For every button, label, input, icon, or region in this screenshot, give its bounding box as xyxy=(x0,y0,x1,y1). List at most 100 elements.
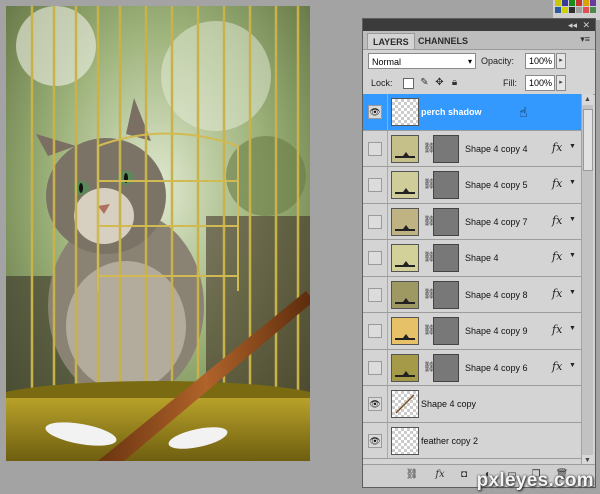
layer-name[interactable]: Shape 4 copy 6 xyxy=(465,350,528,386)
opacity-field[interactable]: 100% xyxy=(525,53,555,69)
layer-name[interactable]: Shape 4 copy 9 xyxy=(465,313,528,349)
layer-thumbnail[interactable] xyxy=(391,244,419,272)
vector-mask-thumbnail[interactable] xyxy=(433,280,459,309)
vector-mask-thumbnail[interactable] xyxy=(433,207,459,236)
layer-name[interactable]: Shape 4 copy 4 xyxy=(465,131,528,167)
layer-thumbnail[interactable] xyxy=(391,134,419,163)
vector-mask-thumbnail[interactable] xyxy=(433,317,459,345)
vector-mask-thumbnail[interactable] xyxy=(433,134,459,163)
layer-row[interactable]: 👁︎ perch shadow ☝︎ xyxy=(363,94,581,131)
opacity-slider-arrow-icon[interactable]: ▸ xyxy=(556,53,566,69)
eye-icon[interactable]: 👁︎ xyxy=(368,397,382,411)
hand-cursor-icon: ☝︎ xyxy=(519,104,528,120)
fx-icon[interactable]: fx xyxy=(552,141,562,154)
lock-image-brush-icon[interactable]: ✎ xyxy=(419,77,430,88)
vector-mask-thumbnail[interactable] xyxy=(433,171,459,199)
panel-tabs: LAYERS CHANNELS ▾≡ xyxy=(363,31,595,50)
layer-row[interactable]: ⛓︎ Shape 4 copy 6 fx ▼ xyxy=(363,349,581,386)
layers-scrollbar[interactable]: ▲ ▼ xyxy=(581,94,593,466)
eye-icon[interactable]: 👁︎ xyxy=(368,105,382,119)
panel-title-bar[interactable]: ◂◂ ✕ xyxy=(363,19,595,31)
layer-row[interactable]: ⛓︎ Shape 4 fx ▼ xyxy=(363,240,581,277)
blend-mode-select[interactable]: Normal ▾ xyxy=(368,53,476,69)
fill-label: Fill: xyxy=(503,78,517,88)
chevron-down-icon[interactable]: ▼ xyxy=(569,143,576,150)
link-layers-icon[interactable]: ⛓︎ xyxy=(405,469,419,480)
tab-layers[interactable]: LAYERS xyxy=(367,33,415,49)
layer-row[interactable]: ⛓︎ Shape 4 copy 9 fx ▼ xyxy=(363,313,581,350)
divider xyxy=(387,276,388,312)
fx-icon[interactable]: fx xyxy=(552,323,562,336)
layer-thumbnail[interactable] xyxy=(391,98,419,126)
eye-icon[interactable] xyxy=(368,141,382,156)
lock-transparent-icon[interactable] xyxy=(403,78,414,89)
scroll-up-icon[interactable]: ▲ xyxy=(582,94,593,105)
layer-thumbnail[interactable] xyxy=(391,280,419,309)
layer-row[interactable]: ⛓︎ Shape 4 copy 7 fx ▼ xyxy=(363,203,581,240)
divider xyxy=(387,203,388,239)
vector-mask-thumbnail[interactable] xyxy=(433,244,459,272)
layer-name[interactable]: perch shadow xyxy=(421,94,482,130)
chevron-down-icon: ▾ xyxy=(467,57,472,66)
chevron-down-icon[interactable]: ▼ xyxy=(569,289,576,296)
layer-name[interactable]: feather copy 2 xyxy=(421,423,478,459)
lock-all-icon[interactable]: 🔒︎ xyxy=(449,77,460,88)
layer-name[interactable]: Shape 4 copy 8 xyxy=(465,277,528,313)
fx-icon[interactable]: fx xyxy=(552,214,562,227)
canvas-artwork[interactable] xyxy=(6,6,310,461)
eye-icon[interactable] xyxy=(368,178,382,192)
layer-thumbnail[interactable] xyxy=(391,317,419,345)
fill-field[interactable]: 100% xyxy=(525,75,555,91)
scrollbar-thumb[interactable] xyxy=(583,109,593,171)
fx-icon[interactable]: fx xyxy=(552,360,562,373)
close-icon[interactable]: ✕ xyxy=(582,19,590,31)
eye-icon[interactable] xyxy=(368,324,382,338)
divider xyxy=(387,94,388,130)
layer-row[interactable]: ⛓︎ Shape 4 copy 5 fx ▼ xyxy=(363,167,581,204)
fx-icon[interactable]: fx xyxy=(552,250,562,263)
chevron-down-icon[interactable]: ▼ xyxy=(569,252,576,259)
layer-thumbnail[interactable] xyxy=(391,426,419,455)
watermark-logo: pxleyes.com xyxy=(476,470,594,491)
layer-name[interactable]: Shape 4 copy 5 xyxy=(465,167,528,203)
lock-position-move-icon[interactable]: ✥ xyxy=(434,77,445,88)
lock-row: Lock: ✎ ✥ 🔒︎ Fill: 100% ▸ xyxy=(363,72,595,95)
swatches-strip[interactable] xyxy=(553,0,600,20)
layer-thumbnail[interactable] xyxy=(391,390,419,418)
layer-name[interactable]: Shape 4 copy xyxy=(421,386,476,422)
layer-name[interactable]: Shape 4 xyxy=(465,240,499,276)
layer-row[interactable]: 👁︎ Shape 4 copy xyxy=(363,386,581,423)
chevron-down-icon[interactable]: ▼ xyxy=(569,216,576,223)
divider xyxy=(387,422,388,458)
add-mask-icon[interactable]: ◘ xyxy=(457,469,471,480)
layer-name[interactable]: Shape 4 copy 7 xyxy=(465,204,528,240)
tab-channels[interactable]: CHANNELS xyxy=(413,33,473,49)
fx-icon[interactable]: fx xyxy=(552,177,562,190)
divider xyxy=(387,313,388,349)
eye-icon[interactable]: 👁︎ xyxy=(368,433,382,448)
divider xyxy=(387,386,388,422)
eye-icon[interactable] xyxy=(368,251,382,265)
layer-thumbnail[interactable] xyxy=(391,171,419,199)
fx-icon[interactable]: fx xyxy=(433,469,447,480)
collapse-icon[interactable]: ◂◂ xyxy=(568,19,577,31)
eye-icon[interactable] xyxy=(368,360,382,375)
layer-row[interactable]: ⛓︎ Shape 4 copy 8 fx ▼ xyxy=(363,276,581,313)
chevron-down-icon[interactable]: ▼ xyxy=(569,362,576,369)
layer-thumbnail[interactable] xyxy=(391,207,419,236)
layer-thumbnail[interactable] xyxy=(391,353,419,382)
layer-row[interactable]: ⛓︎ Shape 4 copy 4 fx ▼ xyxy=(363,130,581,167)
chevron-down-icon[interactable]: ▼ xyxy=(569,179,576,186)
chevron-down-icon[interactable]: ▼ xyxy=(569,325,576,332)
fx-icon[interactable]: fx xyxy=(552,287,562,300)
blend-mode-value: Normal xyxy=(372,57,402,67)
panel-menu-icon[interactable]: ▾≡ xyxy=(580,34,590,45)
fill-slider-arrow-icon[interactable]: ▸ xyxy=(556,75,566,91)
eye-icon[interactable] xyxy=(368,214,382,229)
eye-icon[interactable] xyxy=(368,287,382,302)
layer-row[interactable]: 👁︎ feather copy 2 xyxy=(363,422,581,459)
vector-mask-thumbnail[interactable] xyxy=(433,353,459,382)
divider xyxy=(387,167,388,203)
lock-label: Lock: xyxy=(371,78,393,88)
divider xyxy=(387,349,388,385)
